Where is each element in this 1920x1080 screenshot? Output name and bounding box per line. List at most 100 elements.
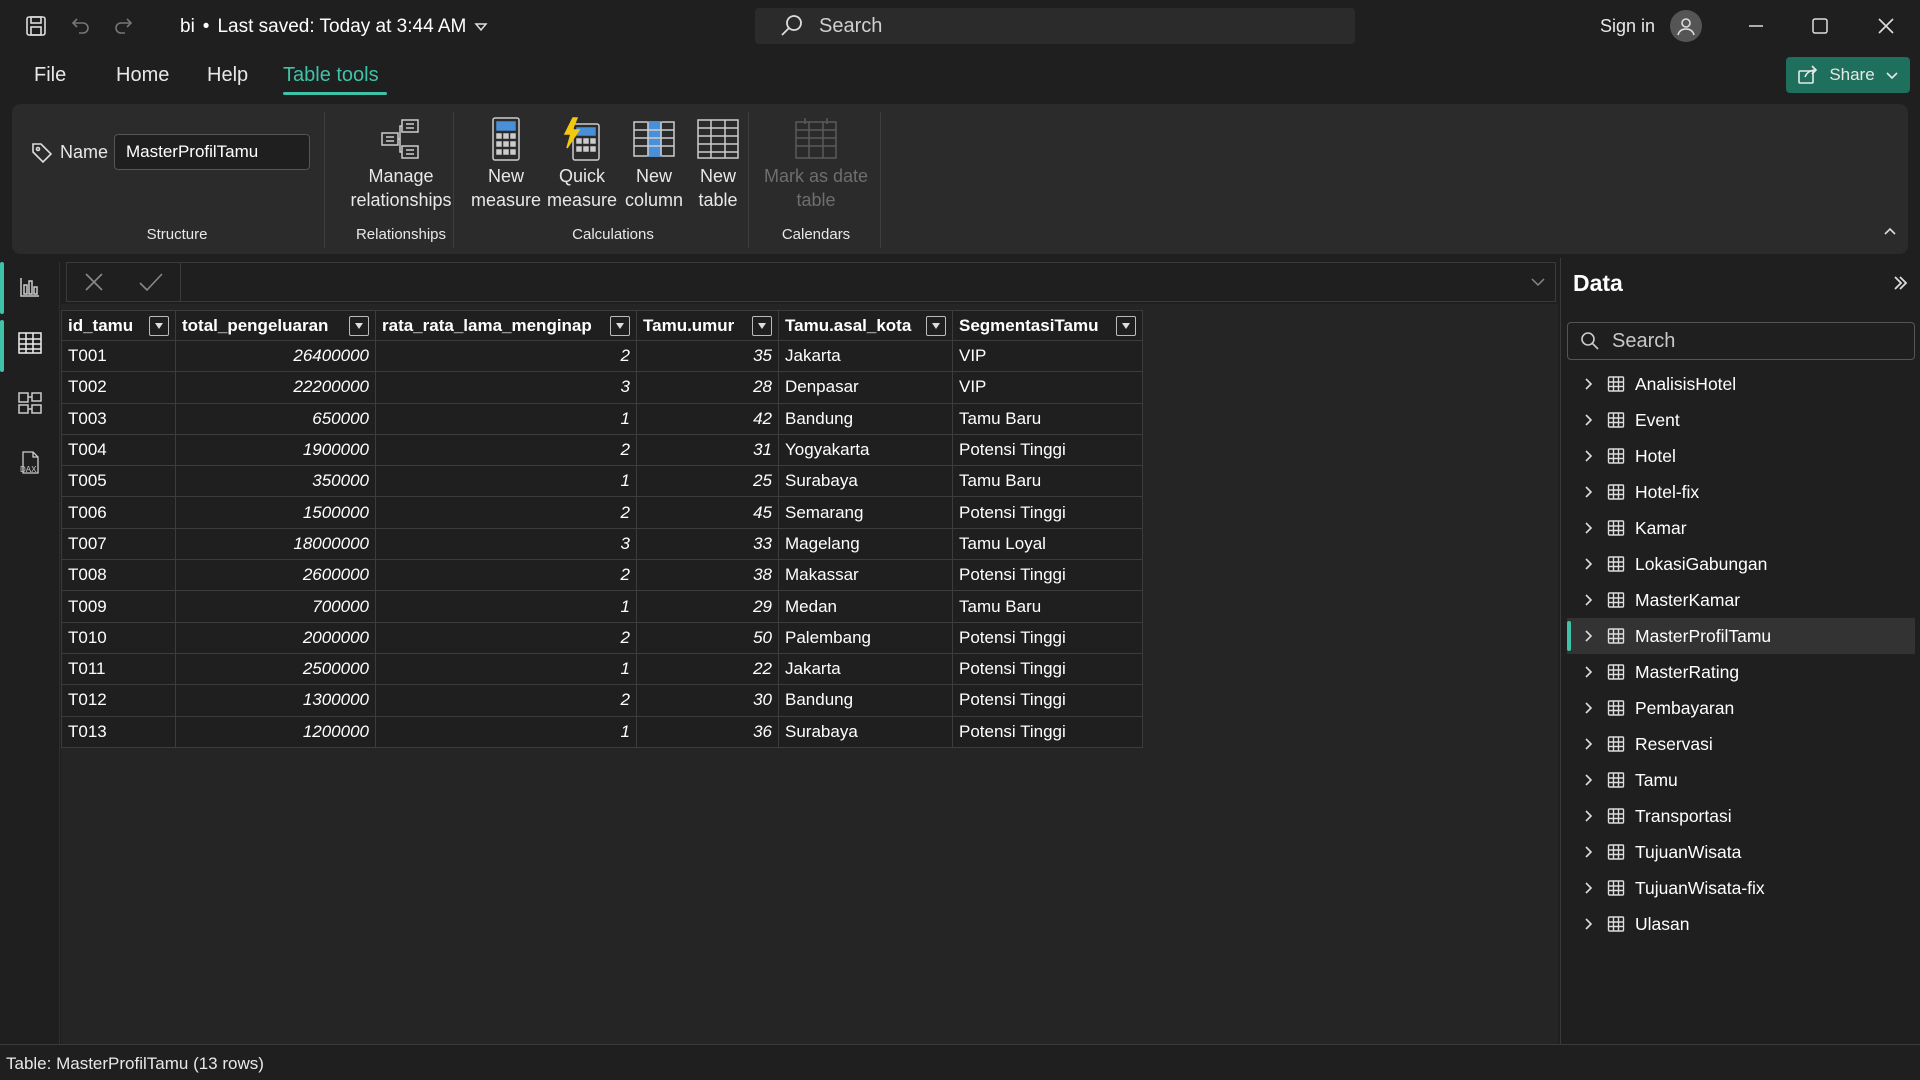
chevron-right-icon[interactable] [1577, 485, 1601, 499]
data-table-item[interactable]: Hotel-fix [1567, 474, 1915, 510]
avatar-icon[interactable] [1670, 10, 1702, 42]
table-cell[interactable]: Surabaya [778, 715, 953, 748]
table-cell[interactable]: 1 [375, 590, 637, 623]
table-cell[interactable]: Denpasar [778, 371, 953, 404]
table-cell[interactable]: T005 [61, 465, 176, 498]
table-cell[interactable]: 350000 [175, 465, 376, 498]
table-cell[interactable]: 31 [636, 433, 779, 467]
table-cell[interactable]: Makassar [778, 559, 953, 592]
dax-query-view-icon[interactable]: DAX [15, 448, 45, 478]
table-cell[interactable]: 2 [375, 433, 637, 467]
table-cell[interactable]: 1900000 [175, 433, 376, 467]
table-cell[interactable]: 38 [636, 559, 779, 592]
mark-as-date-table-button[interactable]: Mark as date table [756, 116, 876, 212]
table-view-icon[interactable] [15, 328, 45, 358]
table-cell[interactable]: 35 [636, 339, 779, 373]
chevron-right-icon[interactable] [1577, 809, 1601, 823]
table-cell[interactable]: Bandung [778, 402, 953, 435]
table-name-input[interactable] [114, 134, 310, 170]
table-cell[interactable]: 28 [636, 371, 779, 404]
table-cell[interactable]: Potensi Tinggi [952, 559, 1143, 592]
table-cell[interactable]: 700000 [175, 590, 376, 623]
data-table-item[interactable]: Tamu [1567, 762, 1915, 798]
data-table-item[interactable]: Pembayaran [1567, 690, 1915, 726]
save-icon[interactable] [22, 12, 50, 40]
table-cell[interactable]: 42 [636, 402, 779, 435]
data-table-item[interactable]: Hotel [1567, 438, 1915, 474]
table-cell[interactable]: 26400000 [175, 339, 376, 373]
document-title[interactable]: bi • Last saved: Today at 3:44 AM [180, 16, 488, 38]
table-cell[interactable]: T004 [61, 433, 176, 467]
chevron-right-icon[interactable] [1577, 737, 1601, 751]
data-table-item[interactable]: TujuanWisata [1567, 834, 1915, 870]
table-cell[interactable]: 650000 [175, 402, 376, 435]
data-table-item[interactable]: Ulasan [1567, 906, 1915, 942]
table-cell[interactable]: T006 [61, 496, 176, 529]
table-cell[interactable]: T013 [61, 715, 176, 748]
data-table-item[interactable]: AnalisisHotel [1567, 366, 1915, 402]
table-cell[interactable]: T012 [61, 684, 176, 717]
expand-formula-icon[interactable] [1529, 273, 1547, 291]
data-table-item[interactable]: LokasiGabungan [1567, 546, 1915, 582]
table-cell[interactable]: T002 [61, 371, 176, 404]
chevron-right-icon[interactable] [1577, 413, 1601, 427]
chevron-right-icon[interactable] [1577, 557, 1601, 571]
column-header[interactable]: SegmentasiTamu [952, 310, 1143, 341]
new-column-button[interactable]: New column [616, 116, 692, 212]
redo-icon[interactable] [110, 12, 138, 40]
table-cell[interactable]: 1 [375, 652, 637, 686]
table-cell[interactable]: 2 [375, 559, 637, 592]
table-cell[interactable]: T001 [61, 339, 176, 373]
column-filter-icon[interactable] [149, 315, 169, 336]
table-cell[interactable]: Tamu Baru [952, 402, 1143, 435]
table-cell[interactable]: 2 [375, 496, 637, 529]
table-cell[interactable]: T009 [61, 590, 176, 623]
table-cell[interactable]: Jakarta [778, 652, 953, 686]
table-cell[interactable]: 2 [375, 621, 637, 654]
chevron-right-icon[interactable] [1577, 845, 1601, 859]
chevron-right-icon[interactable] [1577, 593, 1601, 607]
table-cell[interactable]: Yogyakarta [778, 433, 953, 467]
table-cell[interactable]: 2500000 [175, 652, 376, 686]
data-table-item[interactable]: Transportasi [1567, 798, 1915, 834]
global-search[interactable]: Search [755, 8, 1355, 44]
chevron-right-icon[interactable] [1577, 881, 1601, 895]
formula-bar[interactable] [66, 262, 1556, 302]
sign-in-link[interactable]: Sign in [1600, 16, 1655, 37]
table-cell[interactable]: 3 [375, 527, 637, 561]
data-table-item[interactable]: Event [1567, 402, 1915, 438]
table-cell[interactable]: VIP [952, 339, 1143, 373]
chevron-right-icon[interactable] [1577, 701, 1601, 715]
data-table-item[interactable]: MasterRating [1567, 654, 1915, 690]
column-header[interactable]: Tamu.umur [636, 310, 779, 341]
column-filter-icon[interactable] [1116, 315, 1136, 336]
table-cell[interactable]: Magelang [778, 527, 953, 561]
table-cell[interactable]: 1500000 [175, 496, 376, 529]
column-header[interactable]: rata_rata_lama_menginap [375, 310, 637, 341]
table-cell[interactable]: 1 [375, 402, 637, 435]
chevron-right-icon[interactable] [1577, 917, 1601, 931]
table-cell[interactable]: Tamu Loyal [952, 527, 1143, 561]
table-cell[interactable]: Palembang [778, 621, 953, 654]
table-cell[interactable]: 50 [636, 621, 779, 654]
new-table-button[interactable]: New table [682, 116, 754, 212]
menu-help[interactable]: Help [207, 64, 248, 87]
table-cell[interactable]: Potensi Tinggi [952, 433, 1143, 467]
data-table-item[interactable]: MasterKamar [1567, 582, 1915, 618]
chevron-right-icon[interactable] [1577, 521, 1601, 535]
menu-table-tools[interactable]: Table tools [283, 64, 379, 87]
data-table-item[interactable]: Kamar [1567, 510, 1915, 546]
table-cell[interactable]: T011 [61, 652, 176, 686]
model-view-icon[interactable] [15, 388, 45, 418]
data-table-item[interactable]: TujuanWisata-fix [1567, 870, 1915, 906]
table-cell[interactable]: 1 [375, 715, 637, 748]
column-filter-icon[interactable] [610, 315, 630, 336]
table-cell[interactable]: 22 [636, 652, 779, 686]
chevron-right-icon[interactable] [1577, 773, 1601, 787]
table-cell[interactable]: 1 [375, 465, 637, 498]
table-cell[interactable]: Jakarta [778, 339, 953, 373]
table-cell[interactable]: 45 [636, 496, 779, 529]
commit-formula-icon[interactable] [138, 271, 164, 293]
table-cell[interactable]: 2 [375, 339, 637, 373]
table-cell[interactable]: 1200000 [175, 715, 376, 748]
